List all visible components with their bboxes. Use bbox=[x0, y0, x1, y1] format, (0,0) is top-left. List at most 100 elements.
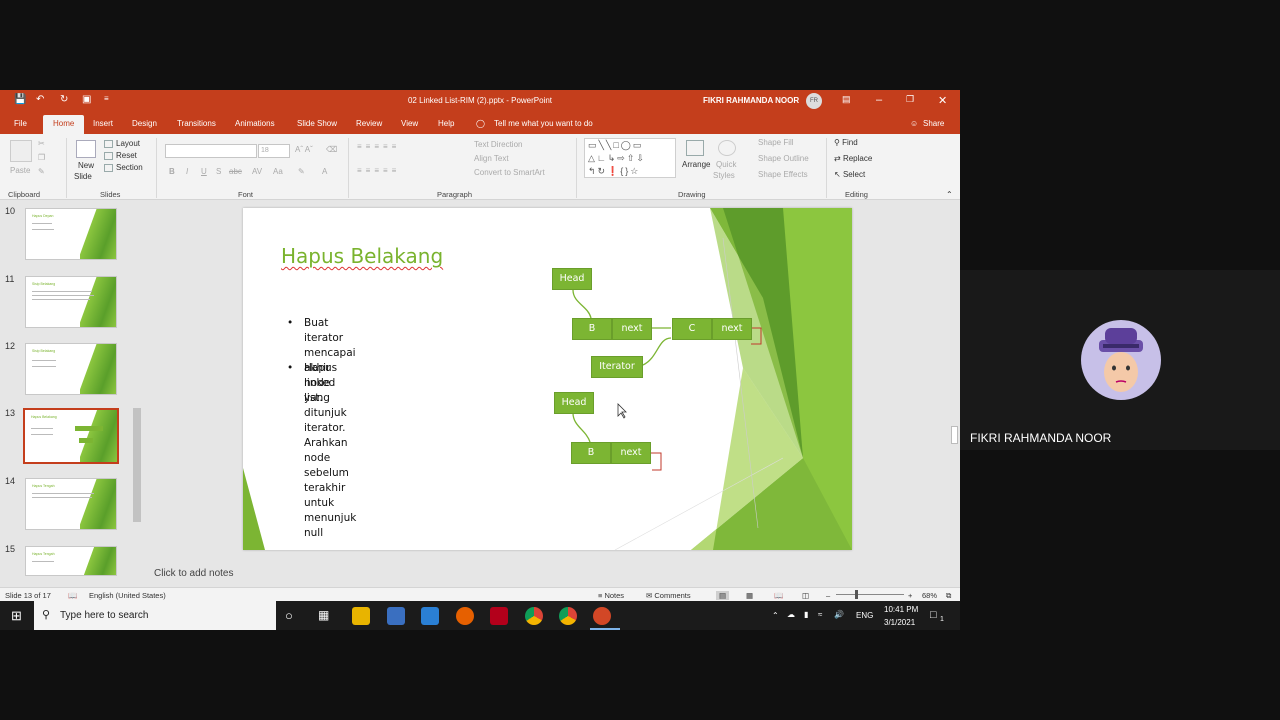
zoom-in-icon[interactable]: + bbox=[908, 591, 912, 600]
head-node[interactable]: Head bbox=[554, 392, 594, 414]
copy-icon[interactable]: ❐ bbox=[38, 153, 45, 162]
tab-design[interactable]: Design bbox=[132, 119, 157, 128]
slide-thumbnail[interactable]: Hapus Depan bbox=[25, 208, 117, 260]
replace-button[interactable]: ⇄ Replace bbox=[834, 154, 872, 163]
tab-review[interactable]: Review bbox=[356, 119, 382, 128]
shape-effects-button[interactable]: Shape Effects bbox=[758, 170, 808, 179]
store-icon[interactable] bbox=[387, 607, 405, 625]
slide-thumbnail[interactable]: Sisip Belakang bbox=[25, 276, 117, 328]
node-b[interactable]: B bbox=[571, 442, 611, 464]
tab-transitions[interactable]: Transitions bbox=[177, 119, 216, 128]
character-spacing-icon[interactable]: AV bbox=[252, 167, 262, 176]
new-slide-label[interactable]: New bbox=[78, 161, 94, 170]
list-buttons-icon[interactable]: ≡≡≡≡≡ bbox=[357, 142, 400, 151]
slide-thumbnail[interactable]: Hapus Tengah bbox=[25, 546, 117, 576]
text-direction-button[interactable]: Text Direction bbox=[474, 140, 522, 149]
chrome-icon[interactable] bbox=[525, 607, 543, 625]
node-next-field[interactable]: next bbox=[612, 318, 652, 340]
find-button[interactable]: ⚲ Find bbox=[834, 138, 858, 147]
scrollbar-thumb[interactable] bbox=[951, 426, 958, 444]
change-case-icon[interactable]: Aa bbox=[273, 167, 283, 176]
new-slide-icon[interactable] bbox=[76, 140, 96, 158]
thumbnail-scrollbar[interactable] bbox=[132, 202, 142, 576]
new-slide-label-2[interactable]: Slide bbox=[74, 172, 92, 181]
spelling-icon[interactable]: 📖 bbox=[68, 591, 77, 600]
firefox-icon[interactable] bbox=[456, 607, 474, 625]
highlight-icon[interactable]: ✎ bbox=[298, 167, 305, 176]
notification-icon[interactable]: □ bbox=[930, 609, 937, 621]
zoom-level[interactable]: 68% bbox=[922, 591, 937, 600]
shape-fill-button[interactable]: Shape Fill bbox=[758, 138, 794, 147]
underline-icon[interactable]: U bbox=[201, 167, 207, 176]
mail-icon[interactable] bbox=[421, 607, 439, 625]
show-hidden-icons-icon[interactable]: ⌃ bbox=[772, 611, 779, 620]
slide-scrollbar[interactable] bbox=[950, 202, 960, 542]
tab-view[interactable]: View bbox=[401, 119, 418, 128]
layout-button[interactable]: Layout bbox=[104, 139, 140, 148]
shadow-icon[interactable]: S bbox=[216, 167, 221, 176]
windows-start-icon[interactable]: ⊞ bbox=[11, 608, 22, 624]
tab-help[interactable]: Help bbox=[438, 119, 454, 128]
chrome-icon[interactable] bbox=[559, 607, 577, 625]
node-b[interactable]: B bbox=[572, 318, 612, 340]
quick-styles-label[interactable]: Quick bbox=[716, 160, 736, 169]
italic-icon[interactable]: I bbox=[186, 167, 188, 176]
arrange-icon[interactable] bbox=[686, 140, 704, 156]
slide-sorter-icon[interactable]: ▦ bbox=[746, 591, 753, 600]
scrollbar-thumb[interactable] bbox=[133, 408, 141, 522]
reading-view-icon[interactable]: 📖 bbox=[774, 591, 783, 600]
clock-time[interactable]: 10:41 PM bbox=[884, 605, 918, 614]
quick-styles-label-2[interactable]: Styles bbox=[713, 171, 735, 180]
normal-view-icon[interactable]: ▤ bbox=[716, 591, 730, 600]
zoom-out-icon[interactable]: – bbox=[826, 591, 830, 600]
section-button[interactable]: Section bbox=[104, 163, 143, 172]
node-c[interactable]: C bbox=[672, 318, 712, 340]
grow-font-icon[interactable]: Aˆ Aˇ bbox=[295, 145, 313, 154]
quick-styles-icon[interactable] bbox=[718, 140, 736, 156]
share-button[interactable]: Share bbox=[923, 119, 944, 128]
arrange-button[interactable]: Arrange bbox=[682, 160, 710, 169]
task-view-icon[interactable]: ▦ bbox=[318, 608, 329, 622]
minimize-icon[interactable]: – bbox=[876, 94, 882, 106]
slide-canvas[interactable]: Hapus Belakang • Buat iterator mencapai a… bbox=[243, 208, 852, 550]
close-icon[interactable]: ✕ bbox=[938, 94, 947, 107]
cortana-icon[interactable]: ○ bbox=[285, 608, 293, 623]
restore-icon[interactable]: ❐ bbox=[906, 94, 914, 105]
cloud-icon[interactable]: ☁ bbox=[787, 610, 795, 619]
slide-thumbnail[interactable]: Hapus Tengah bbox=[25, 478, 117, 530]
tell-me-search[interactable]: Tell me what you want to do bbox=[494, 119, 593, 128]
head-node[interactable]: Head bbox=[552, 268, 592, 290]
reset-button[interactable]: Reset bbox=[104, 151, 137, 160]
tab-slide-show[interactable]: Slide Show bbox=[297, 119, 337, 128]
node-next-field[interactable]: next bbox=[712, 318, 752, 340]
font-size-box[interactable]: 18 bbox=[258, 144, 290, 158]
paste-icon[interactable] bbox=[10, 140, 32, 162]
account-name[interactable]: FIKRI RAHMANDA NOOR bbox=[703, 96, 799, 105]
cut-icon[interactable]: ✂ bbox=[38, 139, 45, 148]
taskbar-search-box[interactable]: ⚲ Type here to search bbox=[34, 601, 276, 630]
select-button[interactable]: ↖ Select bbox=[834, 170, 865, 179]
zoom-slider-thumb[interactable] bbox=[855, 590, 858, 599]
comments-button[interactable]: ✉ Comments bbox=[646, 591, 691, 600]
iterator-node[interactable]: Iterator bbox=[591, 356, 643, 378]
bold-icon[interactable]: B bbox=[169, 167, 175, 176]
shapes-gallery[interactable]: ▭╲╲□◯▭ △∟↳⇨⇧⇩ ↰↻❗{}☆ bbox=[584, 138, 676, 178]
collapse-ribbon-icon[interactable]: ⌃ bbox=[946, 190, 953, 199]
volume-icon[interactable]: 🔊 bbox=[834, 610, 844, 619]
slide-thumbnail-selected[interactable]: Hapus Belakang bbox=[23, 408, 119, 464]
notes-button[interactable]: ≡ Notes bbox=[598, 591, 624, 600]
paste-button[interactable]: Paste bbox=[10, 166, 30, 175]
battery-icon[interactable]: ▮ bbox=[804, 610, 808, 619]
align-text-button[interactable]: Align Text bbox=[474, 154, 509, 163]
align-buttons-icon[interactable]: ≡≡≡≡≡ bbox=[357, 166, 400, 175]
notes-placeholder[interactable]: Click to add notes bbox=[154, 568, 234, 579]
font-name-box[interactable] bbox=[165, 144, 257, 158]
format-painter-icon[interactable]: ✎ bbox=[38, 167, 45, 176]
font-color-icon[interactable]: A bbox=[322, 167, 327, 176]
powerpoint-icon[interactable] bbox=[593, 607, 611, 625]
fit-to-window-icon[interactable]: ⧉ bbox=[946, 591, 951, 601]
tab-home[interactable]: Home bbox=[43, 115, 85, 134]
clear-formatting-icon[interactable]: ⌫ bbox=[326, 145, 337, 154]
account-avatar[interactable]: FR bbox=[806, 93, 822, 109]
pdf-reader-icon[interactable] bbox=[490, 607, 508, 625]
